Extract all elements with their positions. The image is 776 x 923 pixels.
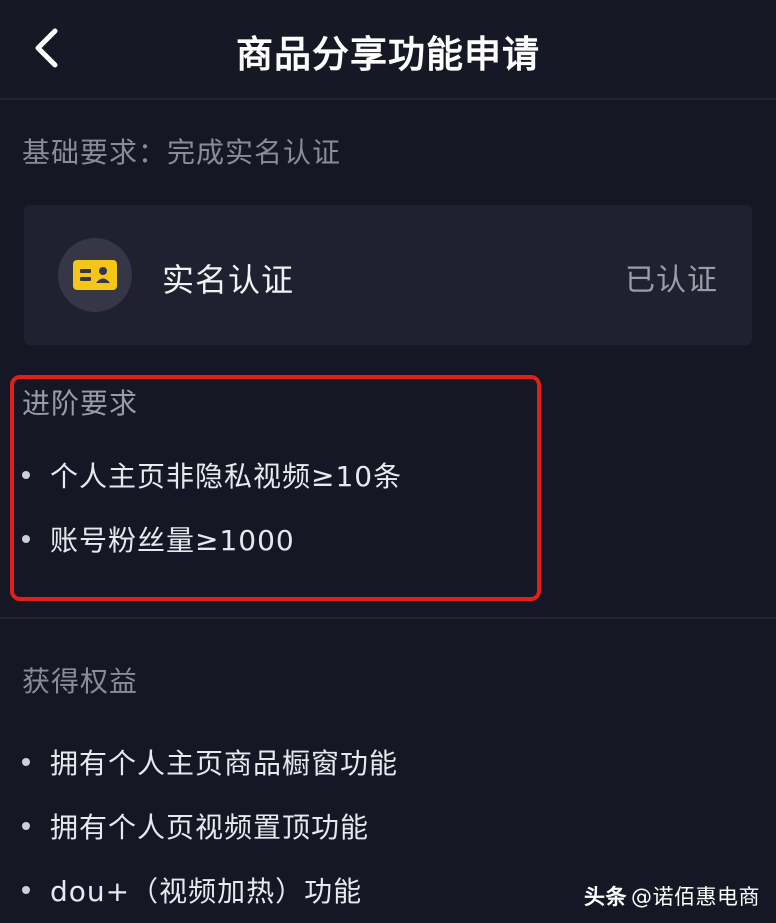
list-item: 账号粉丝量≥1000 — [22, 519, 295, 559]
basic-requirement-label: 基础要求：完成实名认证 — [22, 136, 342, 169]
list-item: 拥有个人主页商品橱窗功能 — [22, 742, 398, 782]
list-item: dou+（视频加热）功能 — [22, 870, 362, 910]
watermark-brand: 头条 — [584, 885, 627, 909]
watermark-account: @诺佰惠电商 — [631, 885, 760, 909]
benefit-text: 拥有个人主页商品橱窗功能 — [50, 747, 399, 780]
header-divider — [0, 98, 776, 100]
page-title: 商品分享功能申请 — [236, 33, 540, 76]
advanced-requirement-label: 进阶要求 — [22, 387, 139, 420]
requirement-text: 个人主页非隐私视频≥10条 — [50, 460, 403, 493]
benefits-label: 获得权益 — [22, 665, 139, 698]
bullet-icon — [22, 886, 30, 894]
list-item: 拥有个人页视频置顶功能 — [22, 806, 369, 846]
verification-status: 已认证 — [625, 263, 718, 298]
benefit-text: 拥有个人页视频置顶功能 — [50, 811, 370, 844]
header-bar: 商品分享功能申请 — [0, 0, 776, 98]
watermark: 头条 @诺佰惠电商 — [584, 881, 760, 911]
bullet-icon — [22, 471, 30, 479]
benefit-text: dou+（视频加热）功能 — [50, 875, 363, 908]
verification-label: 实名认证 — [162, 261, 295, 299]
list-item: 个人主页非隐私视频≥10条 — [22, 455, 402, 495]
section-divider — [0, 617, 776, 619]
verification-icon-badge — [58, 238, 132, 312]
bullet-icon — [22, 822, 30, 830]
requirement-text: 账号粉丝量≥1000 — [50, 524, 295, 557]
bullet-icon — [22, 535, 30, 543]
bullet-icon — [22, 758, 30, 766]
real-name-verification-card[interactable]: 实名认证 已认证 — [24, 205, 752, 345]
id-card-icon — [73, 260, 117, 290]
